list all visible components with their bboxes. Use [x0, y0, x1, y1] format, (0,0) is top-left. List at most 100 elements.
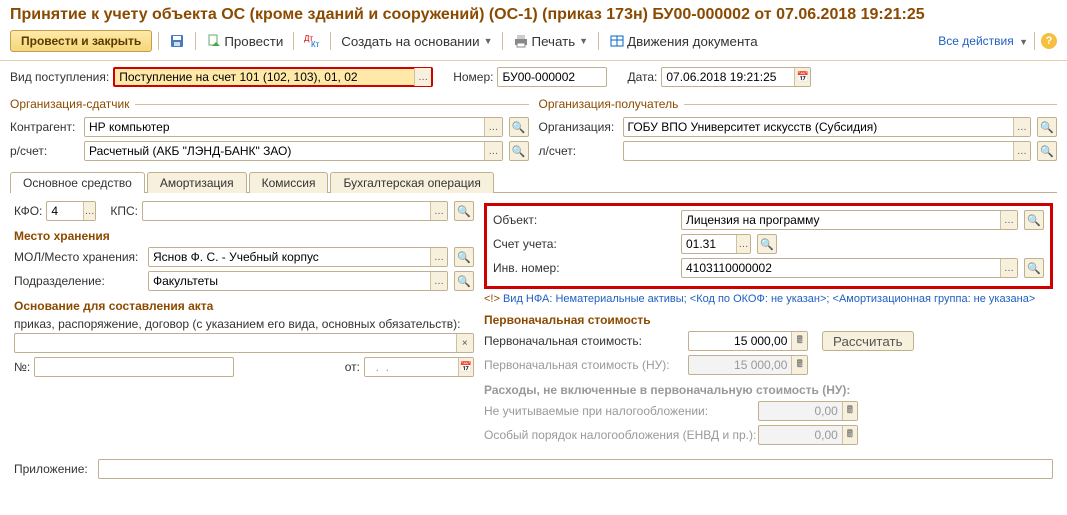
magnifier-button[interactable]: 🔍 — [454, 247, 474, 267]
post-button[interactable]: Провести — [202, 31, 287, 51]
magnifier-button[interactable]: 🔍 — [1037, 141, 1057, 161]
org-field[interactable]: … — [623, 117, 1032, 137]
basis-number-field[interactable] — [34, 357, 234, 377]
inv-input[interactable] — [682, 259, 1000, 277]
amort-link[interactable]: <Амортизационная группа: не указана> — [833, 293, 1036, 305]
pv-input[interactable] — [689, 332, 791, 350]
pv-field[interactable]: 🖩 — [688, 331, 808, 351]
dept-field[interactable]: … — [148, 271, 448, 291]
magnifier-button[interactable]: 🔍 — [509, 141, 529, 161]
basis-number-input[interactable] — [35, 358, 233, 376]
contragent-field[interactable]: … — [84, 117, 503, 137]
org-input[interactable] — [624, 118, 1013, 136]
rschet-input[interactable] — [85, 142, 484, 160]
pvnu-field: 🖩 — [688, 355, 808, 375]
tab-main-asset[interactable]: Основное средство — [10, 172, 145, 193]
inv-field[interactable]: … — [681, 258, 1018, 278]
mol-field[interactable]: … — [148, 247, 448, 267]
ellipsis-button[interactable]: … — [430, 272, 447, 290]
attachment-input[interactable] — [99, 460, 1052, 478]
tab-amortization[interactable]: Амортизация — [147, 172, 247, 193]
basis-field[interactable]: × — [14, 333, 474, 353]
help-icon[interactable]: ? — [1041, 33, 1057, 49]
receipt-type-field[interactable]: … — [113, 67, 433, 87]
ellipsis-button[interactable]: … — [1000, 211, 1017, 229]
print-button[interactable]: Печать ▼ — [509, 31, 592, 51]
nfa-link[interactable]: Вид НФА: Нематериальные активы; — [503, 293, 687, 305]
magnifier-button[interactable]: 🔍 — [454, 201, 474, 221]
calculator-icon[interactable]: 🖩 — [791, 332, 807, 350]
date-input[interactable] — [662, 68, 794, 86]
contragent-input[interactable] — [85, 118, 484, 136]
rschet-field[interactable]: … — [84, 141, 503, 161]
basis-date-field[interactable]: 📅 — [364, 357, 474, 377]
ellipsis-button[interactable]: … — [83, 202, 96, 220]
account-field[interactable]: … — [681, 234, 751, 254]
kps-input[interactable] — [143, 202, 430, 220]
date-field[interactable]: 📅 — [661, 67, 811, 87]
kfo-field[interactable]: … — [46, 201, 96, 221]
chevron-down-icon: ▼ — [484, 36, 493, 46]
calendar-icon[interactable]: 📅 — [458, 358, 473, 376]
attachment-field[interactable] — [98, 459, 1053, 479]
lschet-field[interactable]: … — [623, 141, 1032, 161]
floppy-icon — [169, 33, 185, 49]
basis-title: Основание для составления акта — [14, 299, 474, 313]
number-label: Номер: — [453, 70, 493, 84]
post-and-close-button[interactable]: Провести и закрыть — [10, 30, 152, 52]
object-input[interactable] — [682, 211, 1000, 229]
inv-label: Инв. номер: — [493, 261, 603, 275]
magnifier-button[interactable]: 🔍 — [1024, 210, 1044, 230]
magnifier-button[interactable]: 🔍 — [1024, 258, 1044, 278]
ellipsis-button[interactable]: … — [1000, 259, 1017, 277]
ellipsis-button[interactable]: … — [414, 68, 431, 86]
tab-commission[interactable]: Комиссия — [249, 172, 329, 193]
calendar-icon[interactable]: 📅 — [794, 68, 810, 86]
magnifier-button[interactable]: 🔍 — [1037, 117, 1057, 137]
basis-input[interactable] — [15, 334, 456, 352]
attachment-label: Приложение: — [14, 462, 94, 476]
rschet-label: р/счет: — [10, 144, 80, 158]
object-field[interactable]: … — [681, 210, 1018, 230]
magnifier-button[interactable]: 🔍 — [454, 271, 474, 291]
dtct-icon: ДтКт — [304, 33, 320, 49]
calculate-button[interactable]: Рассчитать — [822, 331, 914, 351]
number-input[interactable] — [498, 68, 606, 86]
ellipsis-button[interactable]: … — [430, 248, 447, 266]
ellipsis-button[interactable]: … — [484, 142, 501, 160]
clear-button[interactable]: × — [456, 334, 473, 352]
mol-input[interactable] — [149, 248, 430, 266]
tax-label: Не учитываемые при налогообложении: — [484, 404, 754, 418]
tab-accounting[interactable]: Бухгалтерская операция — [330, 172, 493, 193]
info-line: <!> Вид НФА: Нематериальные активы; <Код… — [484, 293, 1053, 305]
ellipsis-button[interactable]: … — [1013, 118, 1030, 136]
dept-label: Подразделение: — [14, 274, 144, 288]
magnifier-button[interactable]: 🔍 — [509, 117, 529, 137]
receipt-type-input[interactable] — [115, 68, 414, 86]
account-input[interactable] — [682, 235, 736, 253]
number-field[interactable] — [497, 67, 607, 87]
create-based-button[interactable]: Создать на основании ▼ — [337, 32, 496, 51]
ellipsis-button[interactable]: … — [736, 235, 750, 253]
lschet-input[interactable] — [624, 142, 1013, 160]
kps-field[interactable]: … — [142, 201, 448, 221]
dept-input[interactable] — [149, 272, 430, 290]
mol-label: МОЛ/Место хранения: — [14, 250, 144, 264]
movements-button[interactable]: Движения документа — [605, 31, 762, 51]
receiver-fieldset: Организация-получатель Организация: … 🔍 … — [539, 97, 1058, 165]
save-button[interactable] — [165, 31, 189, 51]
printer-icon — [513, 33, 529, 49]
kfo-input[interactable] — [47, 202, 82, 220]
dtct-button[interactable]: ДтКт — [300, 31, 324, 51]
type-label: Вид поступления: — [10, 70, 109, 84]
table-icon — [609, 33, 625, 49]
basis-date-input[interactable] — [365, 358, 458, 376]
envd-field: 🖩 — [758, 425, 858, 445]
ellipsis-button[interactable]: … — [484, 118, 501, 136]
magnifier-button[interactable]: 🔍 — [757, 234, 777, 254]
ellipsis-button[interactable]: … — [430, 202, 447, 220]
okof-link[interactable]: <Код по ОКОФ: не указан>; — [690, 293, 830, 305]
all-actions-link[interactable]: Все действия ▼ — [938, 34, 1028, 48]
storage-title: Место хранения — [14, 229, 474, 243]
ellipsis-button[interactable]: … — [1013, 142, 1030, 160]
